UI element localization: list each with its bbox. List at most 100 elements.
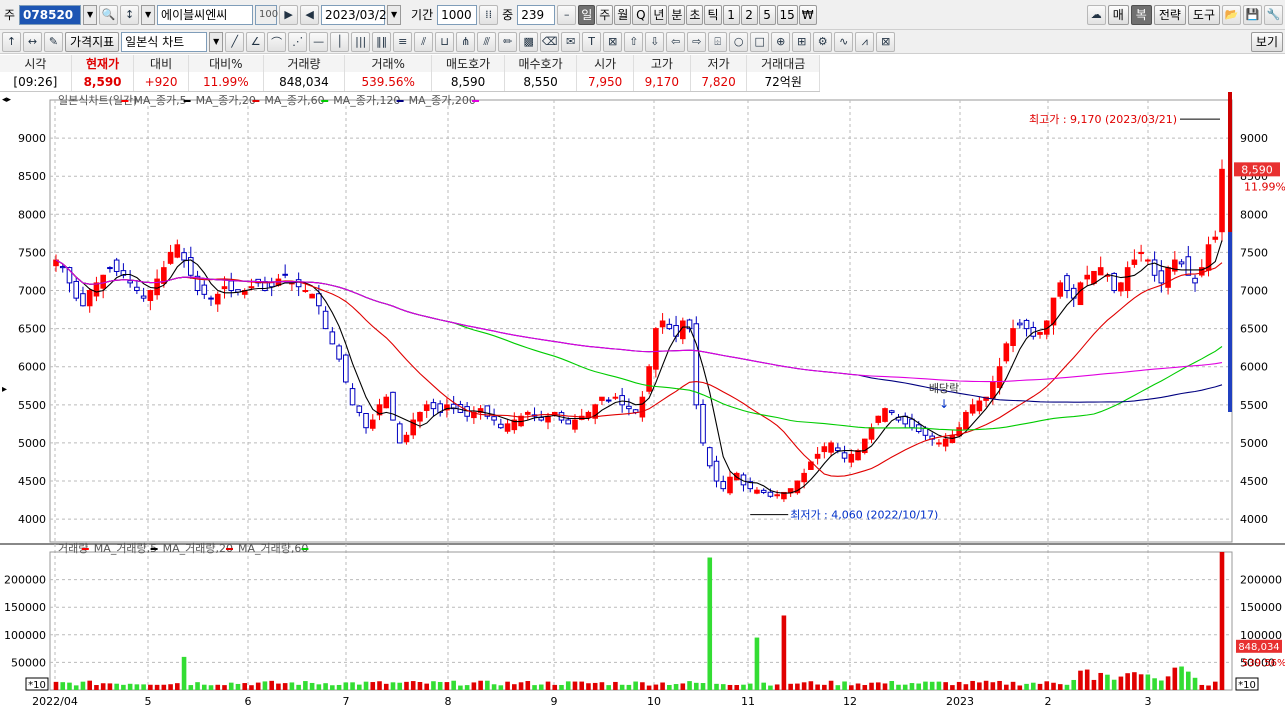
zoom-area-icon[interactable]: ⊞ <box>792 31 812 52</box>
period-tab-8[interactable]: 1 <box>722 4 740 25</box>
candle-body <box>848 453 855 463</box>
sort-icon[interactable]: ↕ <box>120 4 140 25</box>
volume-bar <box>929 681 935 690</box>
angle-icon[interactable]: ∠ <box>246 31 266 52</box>
left-right-icon[interactable]: ↔ <box>23 31 42 52</box>
tools-button[interactable]: 도구 <box>1187 4 1220 25</box>
view-button[interactable]: 보기 <box>1250 31 1283 52</box>
count-label: 중 <box>502 8 514 22</box>
arrow-down-icon[interactable]: ⇩ <box>645 31 665 52</box>
period-tab-10[interactable]: 5 <box>758 4 776 25</box>
delete-icon[interactable]: ⊠ <box>876 31 896 52</box>
parallel-icon[interactable]: ⫻ <box>477 31 497 52</box>
period-tab-11[interactable]: 15 <box>776 4 798 25</box>
volume-bar <box>875 682 881 690</box>
grid-lines-icon[interactable]: ≡ <box>393 31 413 52</box>
next-arrow-icon[interactable]: ▶ <box>279 4 299 25</box>
wave-icon[interactable]: ∿ <box>834 31 854 52</box>
volume-bar <box>249 685 254 690</box>
arrow-right-icon[interactable]: ⇨ <box>687 31 707 52</box>
stock-chart[interactable]: 일본식차트(일간)MA_종가,5 MA_종가,20 MA_종가,60 MA_종가,12… <box>0 92 1285 712</box>
buy-sell-button[interactable]: 매 <box>1107 4 1129 25</box>
period-tab-6[interactable]: 초 <box>686 4 704 25</box>
circle-icon[interactable]: ○ <box>729 31 749 52</box>
sort-dropdown-icon[interactable]: ▼ <box>141 4 156 25</box>
stock-code-input[interactable]: 078520 <box>19 4 82 25</box>
period-tab-7[interactable]: 틱 <box>704 4 722 25</box>
indicator-button[interactable]: 가격지표 <box>65 31 120 52</box>
arc-icon[interactable]: ⌒ <box>267 31 287 52</box>
code-dropdown-icon[interactable]: ▼ <box>83 4 98 25</box>
pencil-icon[interactable]: ✏ <box>498 31 518 52</box>
note-icon[interactable]: ✉ <box>561 31 581 52</box>
bars-icon[interactable]: ‖‖ <box>372 31 392 52</box>
date-dropdown-icon[interactable]: ▼ <box>387 4 402 25</box>
square-icon[interactable]: □ <box>750 31 770 52</box>
volume-bar <box>1186 671 1191 690</box>
save-icon[interactable]: 💾 <box>1243 4 1262 25</box>
period-tab-3[interactable]: Q <box>632 4 650 25</box>
arrow-left-icon[interactable]: ⇦ <box>666 31 686 52</box>
settings-icon[interactable]: ⚙ <box>813 31 833 52</box>
price-tick-right-3: 5500 <box>1240 399 1268 412</box>
period-tab-0[interactable]: 일 <box>578 4 596 25</box>
up-arrow-icon[interactable]: ↑ <box>2 31 21 52</box>
duplicate-button[interactable]: 복 <box>1130 4 1152 25</box>
dash-icon[interactable]: – <box>557 4 577 25</box>
pitchfork-icon[interactable]: ⋔ <box>456 31 476 52</box>
last-pct-tag: 539.56% <box>1242 658 1285 669</box>
price-tick-right-2: 5000 <box>1240 437 1268 450</box>
channel-icon[interactable]: ⫽ <box>414 31 434 52</box>
edit-icon[interactable]: ✎ <box>44 31 63 52</box>
volume-bar <box>451 680 456 690</box>
close-x-icon[interactable]: ⊠ <box>603 31 623 52</box>
horizontal-line-icon[interactable]: — <box>309 31 329 52</box>
search-icon[interactable]: 🔍 <box>99 4 119 25</box>
chart-type-select[interactable]: 일본식 차트 <box>121 31 208 52</box>
period-input[interactable]: 1000 <box>437 4 478 25</box>
period-tab-12[interactable]: ₩ <box>798 4 817 25</box>
volume-bar <box>276 683 281 690</box>
candle-body <box>1010 328 1016 347</box>
volume-bar <box>1057 684 1063 690</box>
price-tick-left-5: 6500 <box>18 323 46 336</box>
candle-body <box>828 442 834 453</box>
arrow-up-icon[interactable]: ⇧ <box>624 31 644 52</box>
open-folder-icon[interactable]: 📂 <box>1222 4 1241 25</box>
period-tab-2[interactable]: 월 <box>614 4 632 25</box>
zoom-icon[interactable]: ⊕ <box>771 31 791 52</box>
count-input[interactable]: 239 <box>517 4 556 25</box>
quote-header-3: 대비% <box>188 55 264 72</box>
volume-bar <box>444 682 450 690</box>
quote-header-2: 대비 <box>133 55 189 72</box>
color-icon[interactable]: ▩ <box>519 31 539 52</box>
cycle-icon[interactable]: ⊔ <box>435 31 455 52</box>
prev-arrow-icon[interactable]: ◀ <box>300 4 320 25</box>
fibonacci-icon[interactable]: ||| <box>351 31 371 52</box>
period-tab-5[interactable]: 분 <box>668 4 686 25</box>
vertical-line-icon[interactable]: │ <box>330 31 350 52</box>
signal-icon[interactable]: ⩘ <box>855 31 875 52</box>
erase-icon[interactable]: ⌫ <box>540 31 560 52</box>
cloud-icon[interactable]: ☁ <box>1086 4 1106 25</box>
ratio-field[interactable]: 100 <box>255 4 278 25</box>
candle-body <box>814 453 821 459</box>
x-tick-2: 6 <box>245 695 252 708</box>
wrench-icon[interactable]: 🔧 <box>1264 4 1283 25</box>
stock-name-field[interactable]: 에이블씨엔씨 <box>157 4 254 25</box>
period-tab-4[interactable]: 년 <box>650 4 668 25</box>
fan-icon[interactable]: ⋰ <box>288 31 308 52</box>
chart-type-dropdown-icon[interactable]: ▼ <box>209 31 224 52</box>
tag-icon[interactable]: ⌹ <box>708 31 728 52</box>
period-tab-1[interactable]: 주 <box>596 4 614 25</box>
candle-body <box>383 396 390 409</box>
period-tab-9[interactable]: 2 <box>740 4 758 25</box>
date-field[interactable]: 2023/03/21 <box>321 4 394 25</box>
price-legend-4: MA_종가,120 <box>333 94 400 107</box>
text-icon[interactable]: T <box>582 31 602 52</box>
volume-bar <box>754 637 760 690</box>
candle-body <box>430 402 437 410</box>
strategy-button[interactable]: 전략 <box>1153 4 1186 25</box>
grid-icon[interactable]: ⁞⁞ <box>479 4 499 25</box>
trendline-icon[interactable]: ╱ <box>225 31 245 52</box>
